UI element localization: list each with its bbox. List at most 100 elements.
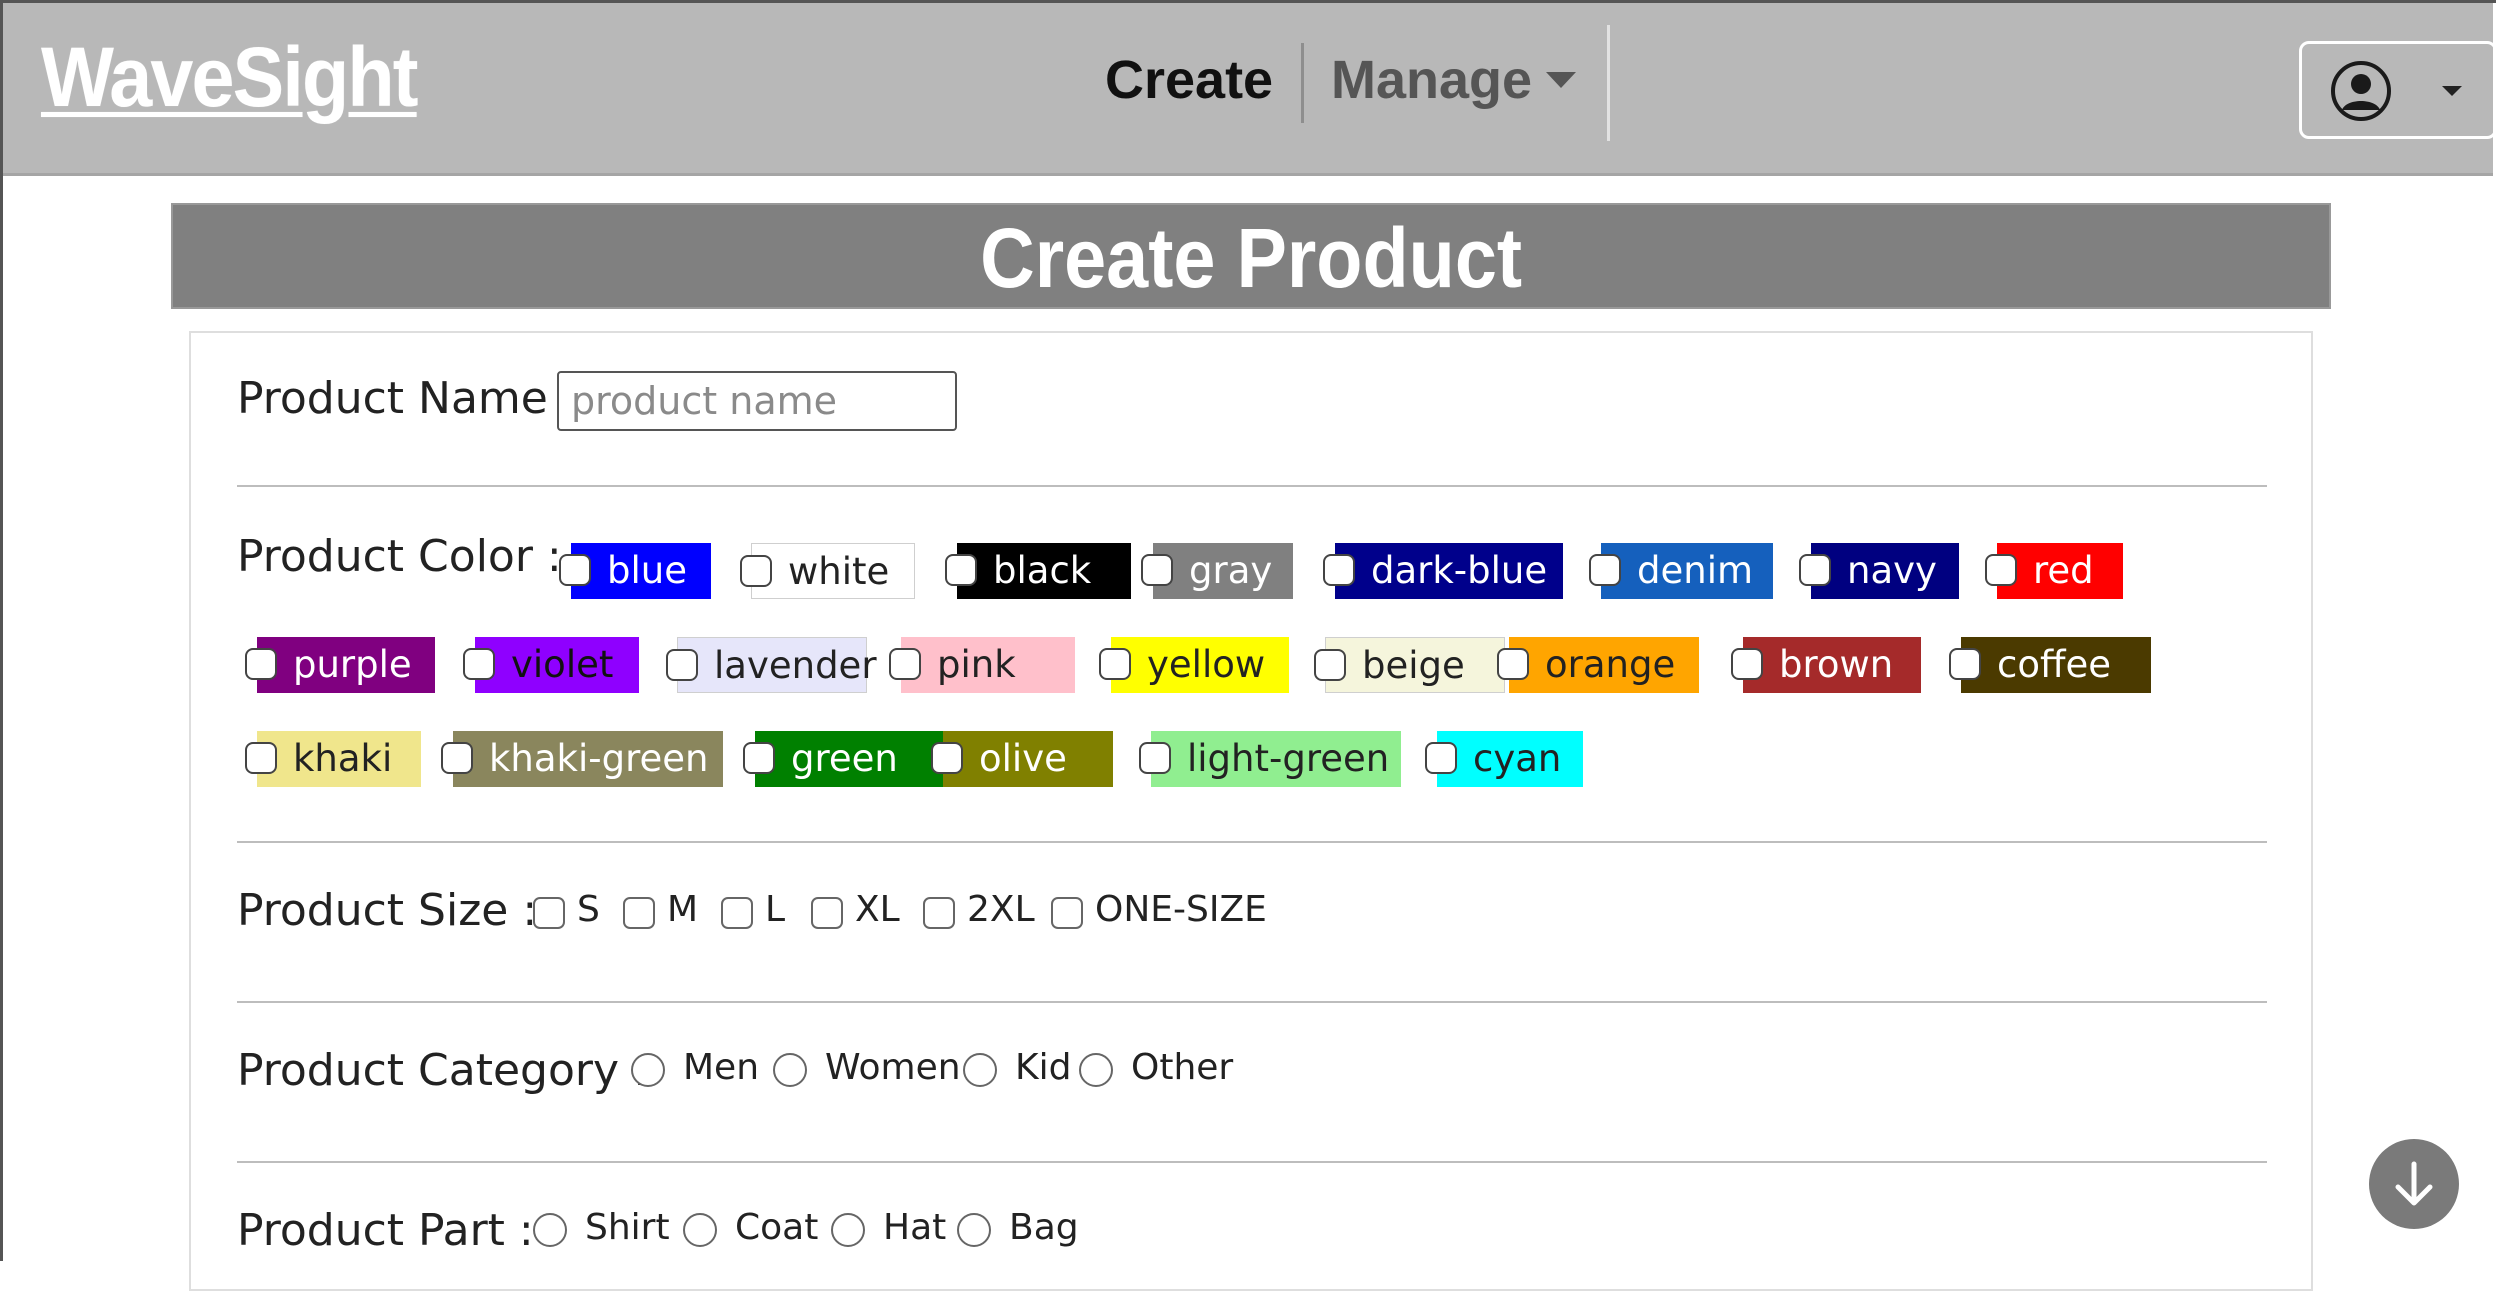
chevron-down-icon xyxy=(1546,72,1577,88)
color-option-label: yellow xyxy=(1147,643,1266,686)
color-checkbox[interactable] xyxy=(1589,554,1621,586)
size-option-label: S xyxy=(577,889,600,930)
color-checkbox[interactable] xyxy=(1497,648,1529,680)
color-option-denim[interactable]: denim xyxy=(1589,543,1773,599)
color-option-khaki[interactable]: khaki xyxy=(245,731,421,787)
product-part-label: Product Part : xyxy=(237,1205,534,1256)
color-option-label: blue xyxy=(607,549,687,592)
nav-create-link[interactable]: Create xyxy=(1105,49,1273,111)
product-name-input[interactable] xyxy=(557,371,957,431)
color-checkbox[interactable] xyxy=(1949,648,1981,680)
category-option-label: Men xyxy=(683,1047,760,1088)
category-option-label: Other xyxy=(1131,1047,1234,1088)
color-option-label: green xyxy=(791,737,898,780)
part-shirt-radio[interactable] xyxy=(533,1213,567,1247)
size-option-label: L xyxy=(765,889,786,930)
category-kid-radio[interactable] xyxy=(963,1053,997,1087)
color-option-purple[interactable]: purple xyxy=(245,637,435,693)
color-option-dark-blue[interactable]: dark-blue xyxy=(1323,543,1563,599)
color-checkbox[interactable] xyxy=(1141,554,1173,586)
color-checkbox[interactable] xyxy=(1323,554,1355,586)
part-bag-radio[interactable] xyxy=(957,1213,991,1247)
category-men-radio[interactable] xyxy=(631,1053,665,1087)
color-option-blue[interactable]: blue xyxy=(559,543,711,599)
color-option-label: light-green xyxy=(1187,737,1390,780)
part-option-label: Shirt xyxy=(585,1207,670,1248)
section-divider xyxy=(237,1161,2267,1163)
color-option-label: black xyxy=(993,549,1092,592)
color-option-red[interactable]: red xyxy=(1985,543,2123,599)
color-option-label: white xyxy=(788,550,890,593)
brand-logo[interactable]: WaveSight xyxy=(41,29,418,126)
part-coat-radio[interactable] xyxy=(683,1213,717,1247)
color-option-navy[interactable]: navy xyxy=(1799,543,1959,599)
color-option-black[interactable]: black xyxy=(945,543,1131,599)
part-hat-radio[interactable] xyxy=(831,1213,865,1247)
create-product-form: Product Name : Product Color : blue white… xyxy=(189,331,2313,1291)
nav-manage-dropdown[interactable]: Manage xyxy=(1331,49,1577,111)
color-checkbox[interactable] xyxy=(945,554,977,586)
size-2xl-checkbox[interactable] xyxy=(923,897,955,929)
page-title: Create Product xyxy=(980,211,1522,305)
color-option-label: lavender xyxy=(714,644,877,687)
color-option-coffee[interactable]: coffee xyxy=(1949,637,2151,693)
color-checkbox[interactable] xyxy=(245,648,277,680)
color-checkbox[interactable] xyxy=(889,648,921,680)
category-option-label: Women xyxy=(825,1047,961,1088)
color-checkbox[interactable] xyxy=(245,742,277,774)
category-other-radio[interactable] xyxy=(1079,1053,1113,1087)
nav-manage-label: Manage xyxy=(1331,50,1533,110)
color-option-label: brown xyxy=(1779,643,1894,686)
size-s-checkbox[interactable] xyxy=(533,897,565,929)
color-option-brown[interactable]: brown xyxy=(1731,637,1921,693)
color-checkbox[interactable] xyxy=(441,742,473,774)
color-option-khaki-green[interactable]: khaki-green xyxy=(441,731,723,787)
section-divider xyxy=(237,841,2267,843)
color-checkbox[interactable] xyxy=(931,742,963,774)
color-option-lavender[interactable]: lavender xyxy=(666,637,877,693)
product-category-label: Product Category : xyxy=(237,1045,648,1096)
color-checkbox[interactable] xyxy=(740,555,772,587)
color-checkbox[interactable] xyxy=(666,649,698,681)
color-option-gray[interactable]: gray xyxy=(1141,543,1293,599)
color-option-label: cyan xyxy=(1473,737,1562,780)
color-option-label: coffee xyxy=(1997,643,2111,686)
section-divider xyxy=(237,485,2267,487)
color-checkbox[interactable] xyxy=(1314,649,1346,681)
color-option-cyan[interactable]: cyan xyxy=(1425,731,1583,787)
size-option-label: ONE-SIZE xyxy=(1095,889,1267,930)
color-checkbox[interactable] xyxy=(1099,648,1131,680)
color-option-olive[interactable]: olive xyxy=(931,731,1113,787)
part-option-label: Hat xyxy=(883,1207,947,1248)
color-checkbox[interactable] xyxy=(743,742,775,774)
size-option-label: M xyxy=(667,889,699,930)
size-xl-checkbox[interactable] xyxy=(811,897,843,929)
color-option-light-green[interactable]: light-green xyxy=(1139,731,1401,787)
color-option-violet[interactable]: violet xyxy=(463,637,639,693)
part-option-label: Bag xyxy=(1009,1207,1079,1248)
scroll-down-button[interactable] xyxy=(2369,1139,2459,1229)
part-option-label: Coat xyxy=(735,1207,819,1248)
color-checkbox[interactable] xyxy=(1799,554,1831,586)
size-m-checkbox[interactable] xyxy=(623,897,655,929)
color-option-yellow[interactable]: yellow xyxy=(1099,637,1289,693)
category-women-radio[interactable] xyxy=(773,1053,807,1087)
color-checkbox[interactable] xyxy=(1731,648,1763,680)
color-checkbox[interactable] xyxy=(1139,742,1171,774)
color-option-label: beige xyxy=(1362,644,1465,687)
color-option-green[interactable]: green xyxy=(743,731,945,787)
color-option-beige[interactable]: beige xyxy=(1314,637,1505,693)
color-option-pink[interactable]: pink xyxy=(889,637,1075,693)
user-menu-button[interactable] xyxy=(2299,41,2496,139)
color-option-orange[interactable]: orange xyxy=(1497,637,1699,693)
color-checkbox[interactable] xyxy=(463,648,495,680)
size-l-checkbox[interactable] xyxy=(721,897,753,929)
color-checkbox[interactable] xyxy=(1425,742,1457,774)
color-option-white[interactable]: white xyxy=(740,543,915,599)
color-option-label: khaki xyxy=(293,737,393,780)
size-one-size-checkbox[interactable] xyxy=(1051,897,1083,929)
navbar: WaveSight Create Manage xyxy=(3,3,2496,176)
color-checkbox[interactable] xyxy=(1985,554,2017,586)
arrow-down-icon xyxy=(2395,1161,2433,1206)
color-checkbox[interactable] xyxy=(559,554,591,586)
